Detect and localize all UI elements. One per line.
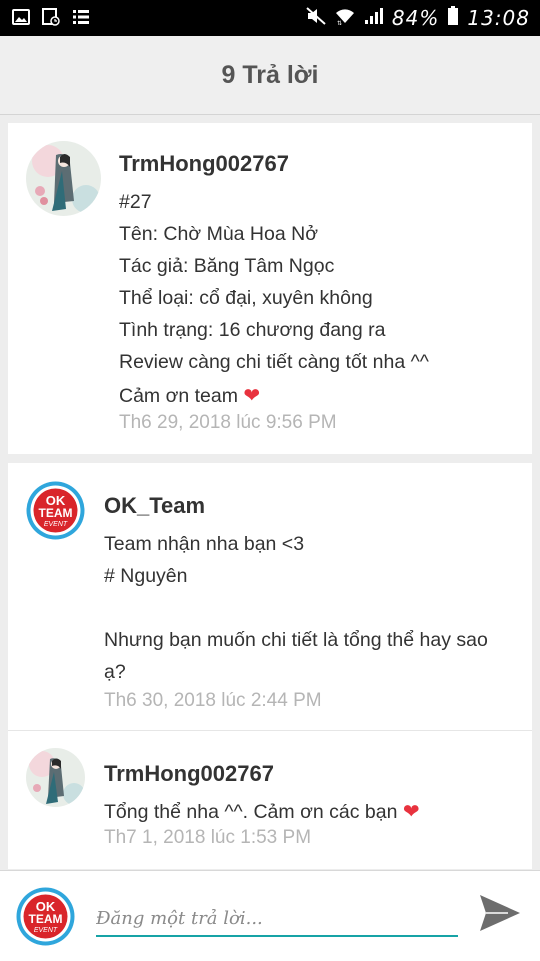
post-author[interactable]: TrmHong002767 bbox=[119, 151, 289, 177]
reply-author[interactable]: TrmHong002767 bbox=[104, 761, 274, 787]
reply-composer: OK TEAM EVENT bbox=[0, 870, 540, 961]
reply-text-line: Team nhận nha bạn <3 bbox=[104, 533, 305, 555]
image-icon bbox=[12, 8, 30, 26]
logo-text: EVENT bbox=[34, 927, 58, 934]
post-text-line: Tình trạng: 16 chương đang ra bbox=[119, 319, 386, 341]
reply-timestamp: Th6 30, 2018 lúc 2:44 PM bbox=[104, 690, 322, 711]
reply-text-line-with-heart: Tổng thể nha ^^. Cảm ơn các bạn ❤ bbox=[104, 799, 420, 824]
post-timestamp: Th6 29, 2018 lúc 9:56 PM bbox=[119, 412, 337, 433]
post-text-line: Thể loại: cổ đại, xuyên không bbox=[119, 287, 373, 309]
replies-list: OK TEAM EVENT OK_Team Team nhận nha bạn … bbox=[8, 463, 532, 869]
avatar[interactable] bbox=[26, 141, 101, 216]
avatar[interactable]: OK TEAM EVENT bbox=[26, 481, 85, 540]
original-post: TrmHong002767 #27 Tên: Chờ Mùa Hoa Nở Tá… bbox=[8, 123, 532, 454]
page-title: 9 Trả lời bbox=[221, 60, 319, 89]
post-text: Cảm ơn team bbox=[119, 385, 238, 407]
ok-team-logo: OK TEAM EVENT bbox=[26, 481, 85, 540]
reply-text-line: Nhưng bạn muốn chi tiết là tổng thể hay … bbox=[104, 629, 488, 651]
clock: 13:08 bbox=[467, 6, 530, 30]
post-text-line: Review càng chi tiết càng tốt nha ^^ bbox=[119, 351, 429, 373]
ok-team-logo: OK TEAM EVENT bbox=[16, 887, 75, 946]
gallery-icon bbox=[42, 8, 60, 26]
reply-text: Tổng thể nha ^^. Cảm ơn các bạn bbox=[104, 801, 398, 823]
battery-icon bbox=[447, 5, 459, 31]
avatar-illustration bbox=[26, 141, 101, 216]
avatar[interactable] bbox=[26, 748, 85, 807]
list-icon bbox=[72, 8, 90, 26]
heart-icon: ❤ bbox=[402, 801, 420, 823]
logo-text: TEAM bbox=[39, 506, 73, 520]
reply-text-line: # Nguyên bbox=[104, 565, 188, 587]
post-text-line: Tên: Chờ Mùa Hoa Nở bbox=[119, 223, 318, 245]
logo-text: TEAM bbox=[29, 912, 63, 926]
logo-text: EVENT bbox=[44, 521, 68, 528]
comment-thread[interactable]: TrmHong002767 #27 Tên: Chờ Mùa Hoa Nở Tá… bbox=[0, 115, 540, 869]
reply-text-line: ạ? bbox=[104, 661, 126, 683]
reply-timestamp: Th7 1, 2018 lúc 1:53 PM bbox=[104, 827, 312, 848]
battery-percent: 84% bbox=[391, 6, 440, 30]
app-header: 9 Trả lời bbox=[0, 36, 540, 115]
send-icon bbox=[480, 895, 520, 931]
signal-icon bbox=[364, 7, 384, 30]
post-text-line: #27 bbox=[119, 191, 152, 213]
mute-icon bbox=[306, 6, 326, 30]
current-user-avatar[interactable]: OK TEAM EVENT bbox=[16, 887, 75, 946]
wifi-icon: ⇅ bbox=[334, 7, 356, 30]
send-button[interactable] bbox=[478, 893, 526, 937]
heart-icon: ❤ bbox=[243, 385, 261, 407]
reply-author[interactable]: OK_Team bbox=[104, 493, 205, 519]
post-text-line: Tác giả: Băng Tâm Ngọc bbox=[119, 255, 335, 277]
reply-divider bbox=[8, 730, 532, 731]
svg-text:⇅: ⇅ bbox=[337, 20, 342, 25]
avatar-illustration bbox=[26, 748, 85, 807]
reply-input[interactable] bbox=[96, 901, 458, 937]
status-bar: ⇅ 84% 13:08 bbox=[0, 0, 540, 36]
post-text-line-with-heart: Cảm ơn team ❤ bbox=[119, 383, 260, 408]
